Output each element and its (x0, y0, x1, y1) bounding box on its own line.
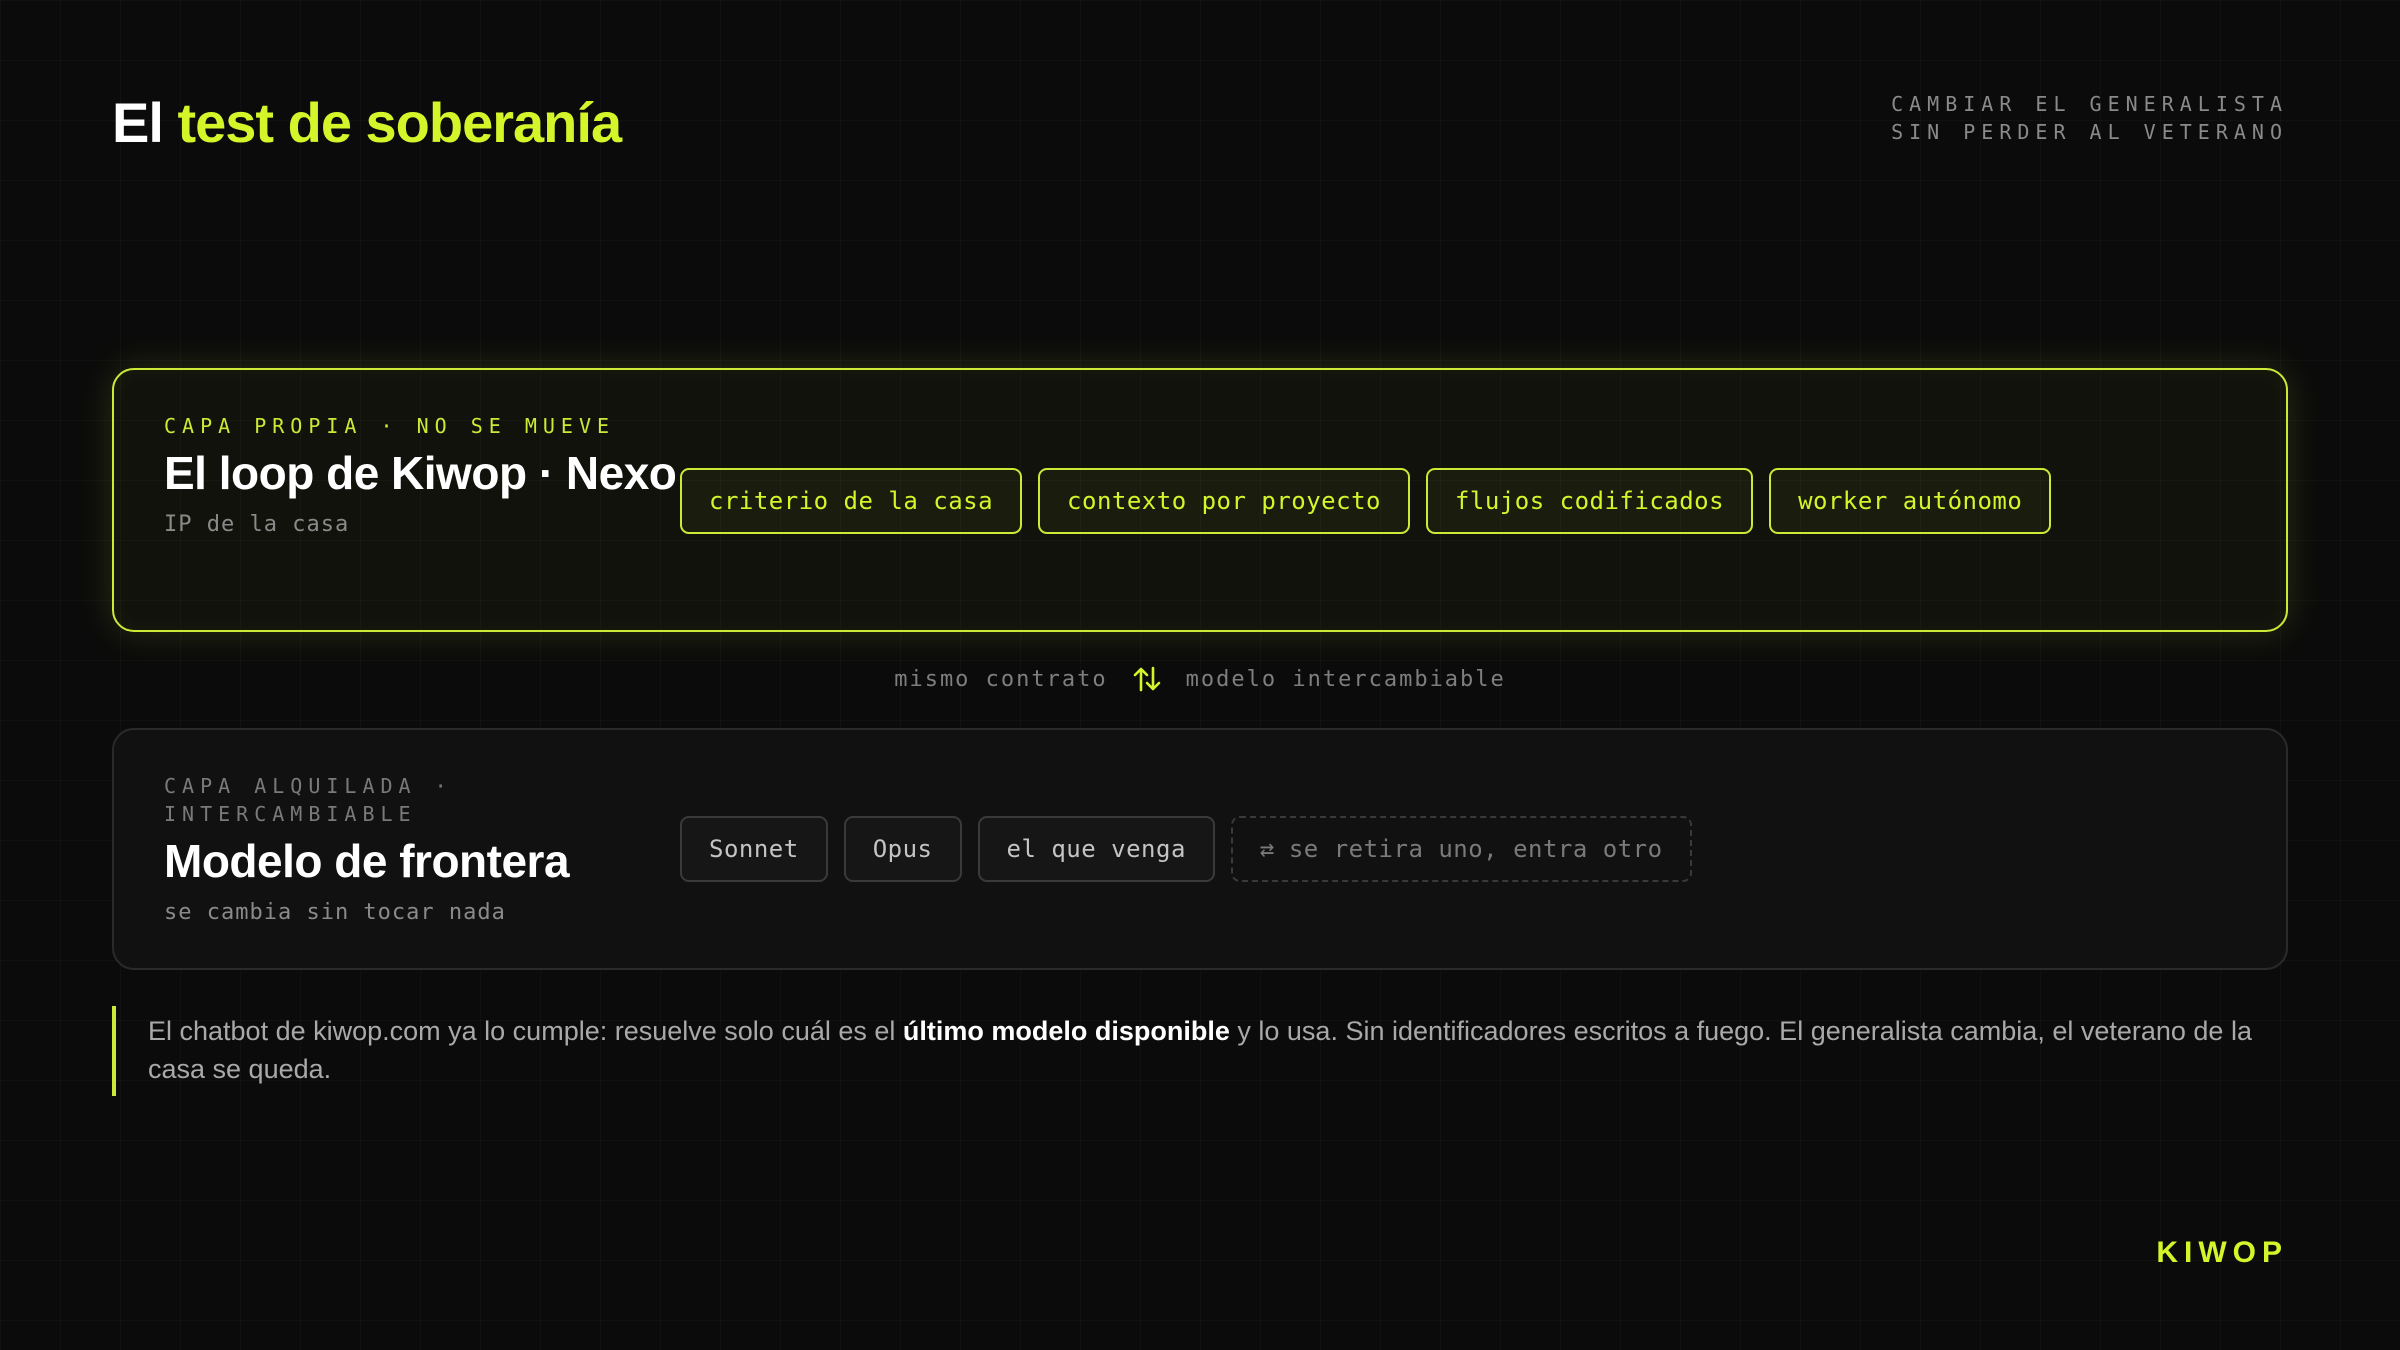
kicker-line-1: CAMBIAR EL GENERALISTA (1891, 92, 2288, 116)
chip-flujos: flujos codificados (1425, 468, 1754, 534)
connector-right-text: modelo intercambiable (1185, 666, 1506, 692)
placeholder-chip-text: se retira uno, entra otro (1288, 835, 1663, 863)
chip-worker: worker autónomo (1769, 468, 2052, 534)
connector-left-text: mismo contrato (894, 666, 1108, 692)
swap-vertical-arrows-icon (1133, 666, 1160, 692)
footnote: El chatbot de kiwop.com ya lo cumple: re… (112, 1006, 2288, 1096)
own-layer-card: CAPA PROPIA · NO SE MUEVE El loop de Kiw… (112, 368, 2288, 632)
chip-el-que-venga: el que venga (977, 816, 1215, 882)
own-layer-subtitle: IP de la casa (164, 512, 350, 537)
swap-horizontal-icon: ⇄ (1259, 835, 1275, 863)
title-prefix: El (112, 91, 164, 154)
rented-layer-card: CAPA ALQUILADA · INTERCAMBIABLE Modelo d… (112, 728, 2288, 970)
own-layer-title: El loop de Kiwop · Nexo (164, 447, 677, 499)
rented-layer-title: Modelo de frontera (164, 835, 570, 887)
own-layer-text: CAPA PROPIA · NO SE MUEVE El loop de Kiw… (164, 412, 724, 537)
note-text-before: El chatbot de kiwop.com ya lo cumple: re… (148, 1016, 903, 1046)
kicker-line-2: SIN PERDER AL VETERANO (1891, 120, 2288, 144)
title-accent: test de soberanía (177, 91, 622, 154)
note-text-bold: último modelo disponible (902, 1016, 1230, 1046)
page-title: El test de soberanía (112, 88, 622, 158)
chip-placeholder: ⇄ se retira uno, entra otro (1230, 816, 1692, 882)
brand-logo: KIWOP (2156, 1236, 2288, 1269)
rented-layer-subtitle: se cambia sin tocar nada (164, 900, 506, 925)
chip-criterio: criterio de la casa (680, 468, 1023, 534)
own-layer-label: CAPA PROPIA · NO SE MUEVE (164, 414, 616, 438)
rented-layer-chips: Sonnet Opus el que venga ⇄ se retira uno… (680, 816, 1692, 882)
chip-sonnet: Sonnet (680, 816, 828, 882)
header-kicker: CAMBIAR EL GENERALISTA SIN PERDER AL VET… (1891, 90, 2288, 146)
chip-contexto: contexto por proyecto (1038, 468, 1410, 534)
own-layer-chips: criterio de la casa contexto por proyect… (680, 468, 2052, 534)
rented-layer-label: CAPA ALQUILADA · INTERCAMBIABLE (164, 774, 453, 826)
chip-opus: Opus (843, 816, 962, 882)
rented-layer-text: CAPA ALQUILADA · INTERCAMBIABLE Modelo d… (164, 772, 724, 925)
layer-connector: mismo contrato modelo intercambiable (0, 664, 2400, 694)
